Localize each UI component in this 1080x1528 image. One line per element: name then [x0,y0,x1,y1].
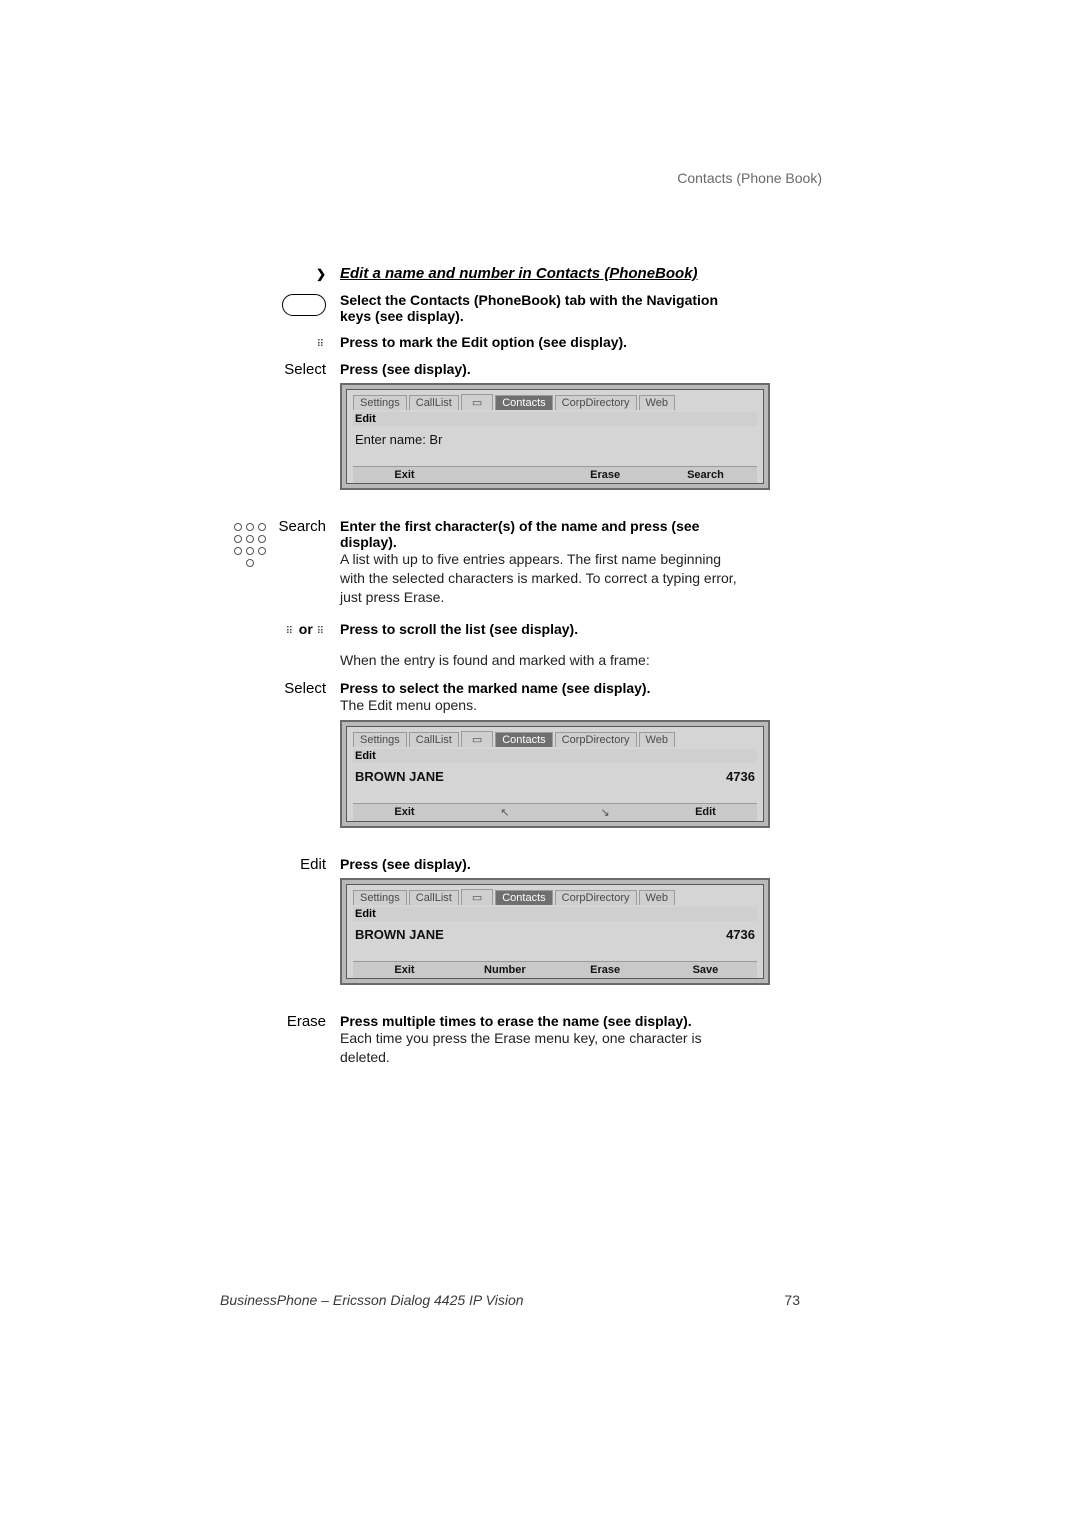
step-4-body: A list with up to five entries appears. … [340,550,740,607]
tab-corpdirectory: CorpDirectory [555,732,637,747]
display-subhead: Edit [353,412,757,426]
step-6-body: When the entry is found and marked with … [340,651,740,670]
header-section: Contacts (Phone Book) [677,170,822,186]
tab-contacts: Contacts [495,395,552,410]
softkey-label-erase: Erase [180,1013,340,1067]
softkey-search: Search [658,469,753,481]
display-subhead: Edit [353,907,757,921]
tab-settings: Settings [353,890,407,905]
nav-down-icon: ⠿ [317,342,326,347]
tab-calllist: CallList [409,890,459,905]
section-title: Edit a name and number in Contacts (Phon… [340,265,698,282]
tab-calllist: CallList [409,732,459,747]
chevron-icon: ❯ [316,267,326,281]
phone-display-2: Settings CallList ▭ Contacts CorpDirecto… [340,720,770,828]
tab-calllist: CallList [409,395,459,410]
step-9-instruction: Press multiple times to erase the name (… [340,1013,740,1029]
softkey-exit: Exit [357,469,452,481]
step-5-instruction: Press to scroll the list (see display). [340,621,578,637]
softkey-save: Save [658,964,753,976]
navigation-key-icon [282,294,326,316]
softkey-erase: Erase [558,964,653,976]
tab-settings: Settings [353,395,407,410]
softkey-down-icon: ↘ [558,806,653,819]
enter-name-prompt: Enter name: Br [355,432,755,447]
tab-contacts: Contacts [495,890,552,905]
tab-message-icon: ▭ [461,394,493,410]
tab-web: Web [639,890,675,905]
phone-display-3: Settings CallList ▭ Contacts CorpDirecto… [340,878,770,985]
softkey-blank [457,469,552,481]
contact-name: BROWN JANE [355,769,444,784]
softkey-edit: Edit [658,806,753,819]
footer-product: BusinessPhone – Ericsson Dialog 4425 IP … [220,1292,524,1308]
nav-up-icon: ⠿ [286,629,295,634]
contact-number: 4736 [726,927,755,942]
content-column: ❯ Edit a name and number in Contacts (Ph… [180,265,740,1067]
phone-display-1: Settings CallList ▭ Contacts CorpDirecto… [340,383,770,490]
keypad-icon [234,523,268,569]
softkey-exit: Exit [357,964,452,976]
softkey-row: Exit Erase Search [353,466,757,483]
manual-page: Contacts (Phone Book) ❯ Edit a name and … [0,0,1080,1528]
display-subhead: Edit [353,749,757,763]
softkey-up-icon: ↖ [457,806,552,819]
softkey-label-select-2: Select [180,680,340,847]
step-8-instruction: Press (see display). [340,856,471,872]
tab-settings: Settings [353,732,407,747]
tab-message-icon: ▭ [461,731,493,747]
tab-web: Web [639,395,675,410]
contact-name: BROWN JANE [355,927,444,942]
step-2-instruction: Press to mark the Edit option (see displ… [340,334,627,350]
softkey-exit: Exit [357,806,452,819]
softkey-label-edit: Edit [180,856,340,1003]
tab-corpdirectory: CorpDirectory [555,395,637,410]
step-7-instruction: Press to select the marked name (see dis… [340,680,770,696]
tab-web: Web [639,732,675,747]
step-1-instruction: Select the Contacts (PhoneBook) tab with… [340,292,718,324]
softkey-erase: Erase [558,469,653,481]
softkey-label-select: Select [180,361,340,508]
tab-corpdirectory: CorpDirectory [555,890,637,905]
or-label: or [299,621,313,637]
step-7-body: The Edit menu opens. [340,696,770,715]
softkey-label-search: Search [278,518,326,535]
step-3-instruction: Press (see display). [340,361,471,377]
display-tabs: Settings CallList ▭ Contacts CorpDirecto… [353,394,757,410]
contact-number: 4736 [726,769,755,784]
tab-contacts: Contacts [495,732,552,747]
nav-down-icon-2: ⠿ [317,629,326,634]
softkey-number: Number [457,964,552,976]
step-4-instruction: Enter the first character(s) of the name… [340,518,740,550]
step-9-body: Each time you press the Erase menu key, … [340,1029,740,1067]
page-number: 73 [784,1292,800,1308]
tab-message-icon: ▭ [461,889,493,905]
